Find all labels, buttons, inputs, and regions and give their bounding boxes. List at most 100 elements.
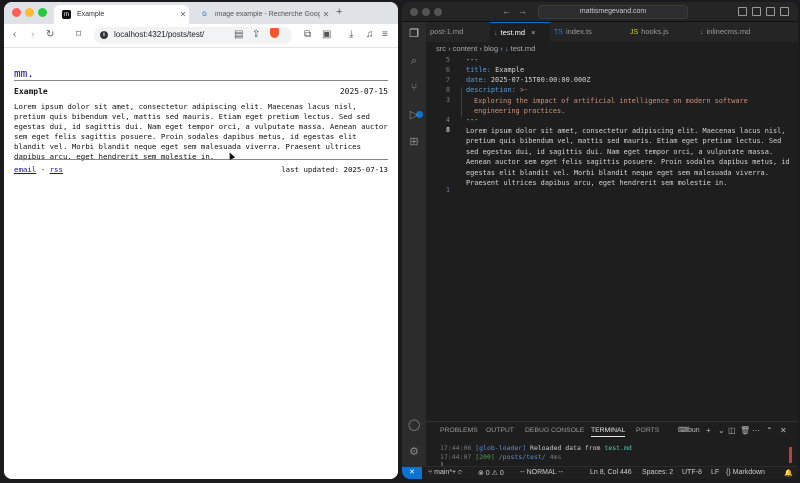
- indentation[interactable]: Spaces: 2: [642, 469, 673, 476]
- code-line: Exploring the impact of artificial intel…: [474, 97, 748, 116]
- remote-icon[interactable]: ✕: [402, 467, 422, 479]
- branch-status[interactable]: ⑂ main*+ ⟳: [428, 469, 462, 476]
- extensions-icon[interactable]: ⊞: [408, 136, 420, 148]
- line-number: 8: [445, 86, 450, 94]
- browser-tab-title: Example: [77, 11, 105, 18]
- breadcrumb-item[interactable]: src: [436, 44, 446, 53]
- downloads-icon[interactable]: ⤓: [349, 29, 353, 41]
- account-icon[interactable]: ◯: [408, 419, 420, 431]
- cursor-position[interactable]: Ln 8, Col 446: [590, 469, 632, 476]
- language-mode[interactable]: {} Markdown: [726, 469, 765, 476]
- site-info-icon[interactable]: i: [100, 31, 108, 39]
- encoding[interactable]: UTF-8: [682, 469, 702, 476]
- code-line: Lorem ipsum dolor sit amet, consectetur …: [466, 127, 790, 188]
- toggle-secondary-sidebar-icon[interactable]: [766, 7, 775, 16]
- menu-icon[interactable]: ≡: [382, 29, 388, 41]
- url-text[interactable]: localhost:4321/posts/test/: [114, 30, 204, 39]
- maximize-panel-icon[interactable]: ⌃: [766, 426, 773, 435]
- settings-gear-icon[interactable]: ⚙: [408, 446, 420, 458]
- post-body: Lorem ipsum dolor sit amet, consectetur …: [14, 102, 388, 161]
- email-link[interactable]: email: [14, 165, 36, 174]
- code-editor[interactable]: 5 6 7 8 3 4 8 1 --- title: Example date:…: [426, 54, 798, 394]
- minimize-window-button[interactable]: [25, 8, 34, 17]
- wallet-icon[interactable]: ▣: [322, 29, 331, 41]
- google-favicon-icon: G: [202, 11, 207, 18]
- zoom-window-button[interactable]: [434, 8, 442, 16]
- terminal-icon: ⌨: [678, 427, 689, 434]
- activity-bar: ❐ ⌕ ⑂ ▷ ⊞ ◯ ⚙: [402, 22, 426, 466]
- back-icon[interactable]: ‹: [13, 29, 16, 41]
- branch-icon: ⑂: [428, 469, 433, 476]
- brave-shield-icon[interactable]: [270, 28, 279, 38]
- divider: [14, 159, 388, 160]
- line-number: 5: [445, 56, 450, 64]
- minimize-window-button[interactable]: [422, 8, 430, 16]
- breadcrumb-item[interactable]: blog: [484, 44, 498, 53]
- markdown-file-icon: ↓: [494, 30, 498, 37]
- forward-icon[interactable]: →: [518, 6, 527, 16]
- line-number: 3: [445, 96, 450, 104]
- close-window-button[interactable]: [12, 8, 21, 17]
- media-icon[interactable]: ♫: [366, 29, 374, 41]
- toggle-panel-icon[interactable]: [752, 7, 761, 16]
- terminal-line: 17:44:07 [200] /posts/test/ 4ms: [440, 453, 562, 461]
- reader-icon[interactable]: ▤: [234, 29, 243, 41]
- javascript-file-icon: JS: [630, 29, 639, 36]
- tab-label: inlinecms.md: [706, 27, 751, 36]
- close-tab-icon[interactable]: ×: [531, 28, 535, 37]
- tab-output[interactable]: OUTPUT: [486, 427, 514, 434]
- problems-status[interactable]: ⊗ 0 ⚠ 0: [478, 469, 504, 477]
- share-icon[interactable]: ⇪: [252, 29, 260, 41]
- zoom-window-button[interactable]: [38, 8, 47, 17]
- code-line: title: Example: [466, 66, 525, 74]
- tab-inlinecms-md[interactable]: ↓ inlinecms.md: [696, 22, 798, 42]
- search-icon[interactable]: ⌕: [408, 55, 420, 67]
- run-debug-icon[interactable]: ▷: [408, 109, 420, 121]
- tab-hooks-js[interactable]: JS hooks.js: [626, 22, 696, 42]
- tab-post-1-md[interactable]: post-1.md: [426, 22, 490, 42]
- close-window-button[interactable]: [410, 8, 418, 16]
- split-terminal-icon[interactable]: ◫: [728, 426, 736, 435]
- browser-tab-example[interactable]: m Example ✕: [54, 5, 189, 24]
- code-line: description: >-: [466, 86, 529, 94]
- explorer-icon[interactable]: ❐: [408, 28, 420, 40]
- markdown-file-icon: ↓: [700, 29, 704, 36]
- site-logo[interactable]: mm.: [14, 67, 34, 80]
- address-bar[interactable]: i localhost:4321/posts/test/: [94, 27, 292, 44]
- tab-problems[interactable]: PROBLEMS: [440, 427, 478, 434]
- tab-ports[interactable]: PORTS: [636, 427, 659, 434]
- breadcrumb-item[interactable]: test.md: [511, 44, 536, 53]
- line-number: 8: [445, 126, 450, 134]
- tab-terminal[interactable]: TERMINAL: [591, 427, 626, 437]
- more-actions-icon[interactable]: ⋯: [752, 426, 760, 435]
- close-panel-icon[interactable]: ✕: [780, 426, 787, 435]
- terminal-shell-name[interactable]: bun: [688, 427, 700, 434]
- vscode-window: ← → mattismegevand.com ❐ ⌕ ⑂ ▷ ⊞ ◯ ⚙ pos…: [402, 2, 798, 479]
- notifications-icon[interactable]: 🔔: [784, 469, 793, 477]
- back-icon[interactable]: ←: [502, 6, 511, 16]
- bookmark-icon[interactable]: ⌑: [76, 29, 81, 41]
- toggle-sidebar-icon[interactable]: [738, 7, 747, 16]
- command-center-search[interactable]: mattismegevand.com: [538, 5, 688, 19]
- trash-icon[interactable]: 🗑: [740, 426, 750, 435]
- tab-index-ts[interactable]: TS index.ts: [550, 22, 626, 42]
- chevron-down-icon[interactable]: ⌄: [718, 426, 725, 435]
- new-terminal-icon[interactable]: +: [706, 426, 711, 435]
- extensions-icon[interactable]: ⧉: [304, 29, 311, 41]
- tab-debug-console[interactable]: DEBUG CONSOLE: [525, 427, 584, 434]
- reload-icon[interactable]: ↻: [46, 29, 54, 41]
- tab-test-md[interactable]: ↓ test.md ×: [490, 22, 550, 42]
- rss-link[interactable]: rss: [50, 165, 63, 174]
- sync-icon: ⟳: [458, 469, 463, 476]
- customize-layout-icon[interactable]: [780, 7, 789, 16]
- line-ending[interactable]: LF: [711, 469, 719, 476]
- new-tab-icon[interactable]: +: [336, 6, 342, 18]
- forward-icon[interactable]: ›: [31, 29, 34, 41]
- breadcrumb-item[interactable]: content: [453, 44, 478, 53]
- browser-tab-google[interactable]: G image example - Recherche Google ✕: [192, 5, 332, 24]
- terminal-scroll-marker: [789, 447, 792, 463]
- close-tab-icon[interactable]: ✕: [320, 10, 332, 19]
- source-control-icon[interactable]: ⑂: [408, 82, 420, 94]
- code-line: date: 2025-07-15T00:00:00.000Z: [466, 76, 591, 84]
- close-tab-icon[interactable]: ✕: [177, 10, 189, 19]
